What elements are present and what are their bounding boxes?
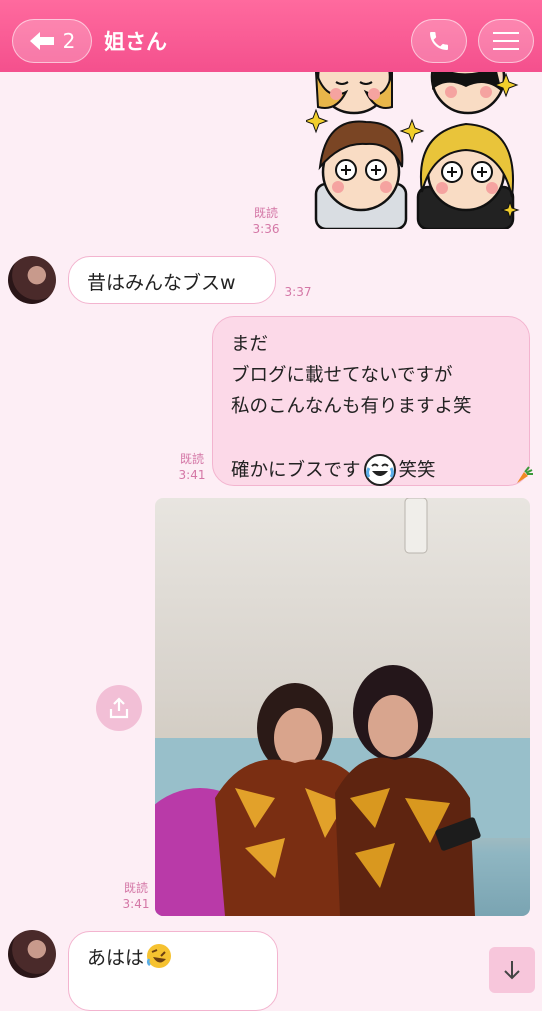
- laughing-crying-emoji-icon: [363, 454, 396, 486]
- sticker-image[interactable]: [306, 72, 522, 229]
- message-text: 昔はみんなブスw: [87, 272, 236, 294]
- hamburger-icon: [493, 32, 519, 50]
- chat-header: 2 姐さん: [0, 0, 542, 72]
- call-button[interactable]: [411, 19, 467, 63]
- message-text: あはは: [87, 947, 145, 969]
- message-line: ブログに載せてないですが: [231, 365, 453, 386]
- carrot-icon: [517, 466, 533, 483]
- message-time: 3:37: [284, 285, 312, 299]
- read-receipt: 既読 3:36: [252, 206, 280, 236]
- avatar[interactable]: [8, 256, 56, 304]
- share-icon: [109, 697, 129, 719]
- unread-count: 2: [62, 29, 76, 53]
- message-line: まだ: [231, 334, 269, 355]
- share-button[interactable]: [96, 685, 142, 731]
- message-line: 確かにブスです 笑笑: [231, 453, 511, 487]
- avatar[interactable]: [8, 930, 56, 978]
- back-arrow-icon: [29, 32, 54, 50]
- photo-message[interactable]: [155, 498, 530, 916]
- message-text: 笑笑: [398, 459, 436, 481]
- scroll-down-button[interactable]: [489, 947, 535, 993]
- message-line: 私のこんなんも有りますよ笑: [231, 396, 472, 417]
- chat-title: 姐さん: [104, 30, 167, 54]
- back-button[interactable]: 2: [12, 19, 92, 63]
- read-receipt: 既読 3:41: [122, 881, 150, 911]
- message-text: 確かにブスです: [231, 459, 361, 481]
- outgoing-message[interactable]: まだ ブログに載せてないですが 私のこんなんも有りますよ笑 確かにブスです 笑笑: [212, 316, 530, 486]
- incoming-message[interactable]: 昔はみんなブスw: [68, 256, 276, 304]
- incoming-message[interactable]: あはは: [68, 931, 278, 1011]
- read-receipt: 既読 3:41: [178, 452, 206, 482]
- message-line: [231, 422, 511, 453]
- menu-button[interactable]: [478, 19, 534, 63]
- arrow-down-icon: [504, 961, 520, 980]
- phone-icon: [430, 32, 448, 50]
- rofl-emoji-icon: [146, 944, 172, 968]
